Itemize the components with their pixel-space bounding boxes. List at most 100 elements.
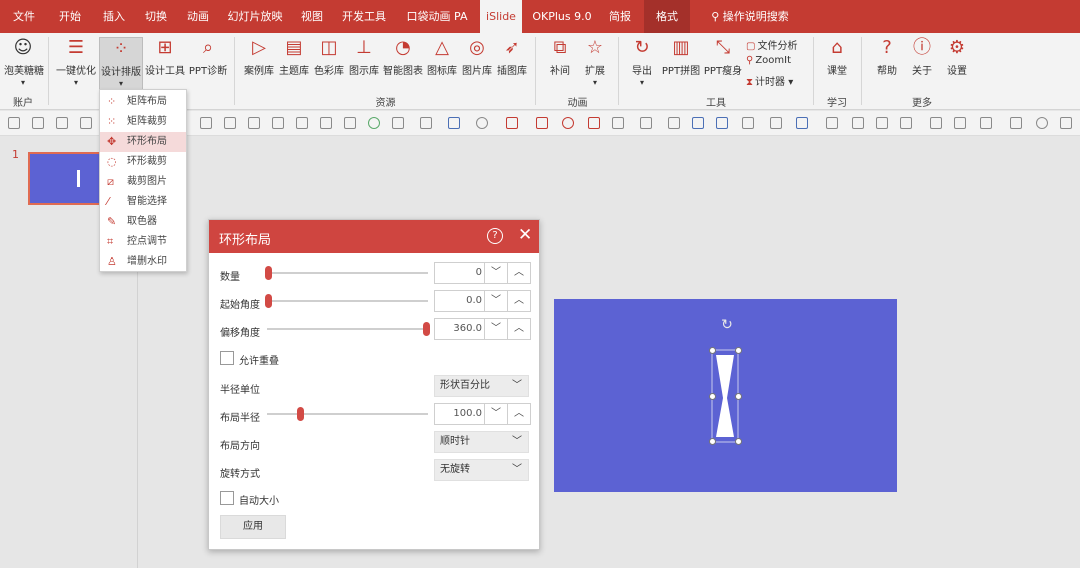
chevron-down-icon[interactable]: ﹀ [484, 319, 507, 339]
crop-icon[interactable] [536, 117, 548, 129]
circle-shape-icon[interactable] [368, 117, 380, 129]
line-color-icon[interactable] [742, 117, 754, 129]
picture-library-button[interactable]: ◎ 图片库 [460, 37, 494, 77]
tab-view[interactable]: 视图 [292, 0, 332, 33]
eyedropper-icon[interactable] [826, 117, 838, 129]
direction-select[interactable]: 顺时针 ﹀ [434, 431, 529, 453]
offset-angle-value[interactable]: 360.0 [435, 319, 482, 339]
brush-icon[interactable] [852, 117, 864, 129]
start-angle-slider-handle[interactable] [265, 294, 272, 308]
text-box-icon[interactable] [392, 117, 404, 129]
resize-handle[interactable] [735, 438, 742, 445]
fill-color-icon[interactable] [716, 117, 728, 129]
grid-icon[interactable] [506, 117, 518, 129]
media-icon[interactable] [1010, 117, 1022, 129]
allow-overlap-checkbox[interactable] [220, 351, 234, 365]
layout-radius-value[interactable]: 100.0 [435, 404, 482, 424]
align-top-icon[interactable] [200, 117, 212, 129]
chevron-up-icon[interactable]: ︿ [507, 263, 530, 283]
design-tools-button[interactable]: ⊞ 设计工具 [144, 37, 186, 77]
same-size-icon[interactable] [320, 117, 332, 129]
tab-brief[interactable]: 简报 [600, 0, 640, 33]
layout-radius-slider-handle[interactable] [296, 407, 304, 421]
tell-me-search[interactable]: ⚲ 操作说明搜索 [700, 0, 800, 33]
ppt-slim-button[interactable]: ⤡ PPT瘦身 [703, 37, 743, 77]
menu-item-smart-select[interactable]: ⁄ 智能选择 [100, 192, 186, 212]
apply-button[interactable]: 应用 [220, 515, 286, 539]
layout-radius-stepper[interactable]: 100.0 ﹀ ︿ [434, 403, 531, 425]
start-angle-slider-track[interactable] [267, 300, 428, 302]
rotation-select[interactable]: 无旋转 ﹀ [434, 459, 529, 481]
tab-file[interactable]: 文件 [6, 0, 42, 33]
resize-handle[interactable] [709, 438, 716, 445]
chevron-up-icon[interactable]: ︿ [507, 319, 530, 339]
align-middle-icon[interactable] [224, 117, 236, 129]
toolbar-more-icon[interactable] [1060, 117, 1072, 129]
auto-size-checkbox[interactable] [220, 491, 234, 505]
sound-icon[interactable] [1036, 117, 1048, 129]
ppt-diagnose-button[interactable]: ⌕ PPT诊断 [187, 37, 229, 77]
smart-chart-button[interactable]: ◔ 智能图表 [382, 37, 424, 77]
offset-angle-slider-track[interactable] [267, 328, 428, 330]
menu-item-crop-picture[interactable]: ⧄ 裁剪图片 [100, 172, 186, 192]
chevron-down-icon[interactable]: ﹀ [484, 291, 507, 311]
tab-developer[interactable]: 开发工具 [336, 0, 392, 33]
case-library-button[interactable]: ▷ 案例库 [242, 37, 276, 77]
illustration-library-button[interactable]: ➶ 插图库 [495, 37, 529, 77]
align-right-icon[interactable] [56, 117, 68, 129]
diagram-library-button[interactable]: ⊥ 图示库 [347, 37, 381, 77]
theme-library-button[interactable]: ▤ 主题库 [277, 37, 311, 77]
help-icon[interactable]: ? [487, 228, 503, 244]
tab-animations[interactable]: 动画 [178, 0, 218, 33]
count-slider-track[interactable] [267, 272, 428, 274]
shape-outline-icon[interactable] [476, 117, 488, 129]
offset-angle-slider-handle[interactable] [423, 322, 430, 336]
text-style-icon[interactable] [420, 117, 432, 129]
format-painter-icon[interactable] [900, 117, 912, 129]
tab-insert[interactable]: 插入 [94, 0, 134, 33]
classroom-button[interactable]: ⌂ 课堂 [820, 37, 854, 77]
menu-item-ring-crop[interactable]: ◌ 环形裁剪 [100, 152, 186, 172]
chevron-up-icon[interactable]: ︿ [507, 404, 530, 424]
menu-item-color-picker[interactable]: ✎ 取色器 [100, 212, 186, 232]
tween-button[interactable]: ⧉ 补间 [543, 37, 577, 77]
ring-icon[interactable] [562, 117, 574, 129]
design-layout-button[interactable]: ⁘ 设计排版 ▾ [99, 37, 143, 93]
tab-transitions[interactable]: 切换 [136, 0, 176, 33]
tab-home[interactable]: 开始 [50, 0, 90, 33]
settings-button[interactable]: ⚙ 设置 [940, 37, 974, 77]
effect-icon[interactable] [770, 117, 782, 129]
frame-icon[interactable] [954, 117, 966, 129]
crop-tool-icon[interactable] [930, 117, 942, 129]
layout-radius-slider-track[interactable] [267, 413, 428, 415]
gradient-icon[interactable] [796, 117, 808, 129]
same-height-icon[interactable] [296, 117, 308, 129]
slide-canvas[interactable]: ↻ [554, 299, 897, 492]
resize-handle[interactable] [709, 347, 716, 354]
resize-handle[interactable] [735, 347, 742, 354]
chevron-down-icon[interactable]: ﹀ [484, 263, 507, 283]
export-button[interactable]: ↻ 导出 ▾ [625, 37, 659, 88]
count-slider-handle[interactable] [265, 266, 272, 280]
offset-angle-stepper[interactable]: 360.0 ﹀ ︿ [434, 318, 531, 340]
ppt-collage-button[interactable]: ▥ PPT拼图 [660, 37, 702, 77]
align-center-icon[interactable] [32, 117, 44, 129]
count-value[interactable]: 0 [435, 263, 482, 283]
chevron-down-icon[interactable]: ﹀ [484, 404, 507, 424]
align-left-icon[interactable] [8, 117, 20, 129]
menu-item-matrix-crop[interactable]: ⁙ 矩阵裁剪 [100, 112, 186, 132]
tab-okplus[interactable]: OKPlus 9.0 [528, 0, 596, 33]
distribute-icon[interactable] [80, 117, 92, 129]
menu-item-matrix-layout[interactable]: ⁘ 矩阵布局 [100, 92, 186, 112]
tab-slideshow[interactable]: 幻灯片放映 [222, 0, 288, 33]
align-bottom-icon[interactable] [248, 117, 260, 129]
extend-button[interactable]: ☆ 扩展 ▾ [578, 37, 612, 88]
menu-item-ring-layout[interactable]: ✥ 环形布局 [100, 132, 186, 152]
start-angle-stepper[interactable]: 0.0 ﹀ ︿ [434, 290, 531, 312]
layer-icon[interactable] [640, 117, 652, 129]
file-analysis-button[interactable]: ▢ 文件分析 [746, 37, 797, 52]
table-icon[interactable] [980, 117, 992, 129]
swap-icon[interactable] [344, 117, 356, 129]
selected-shape[interactable]: ↻ [554, 299, 897, 492]
tab-pocket-animation[interactable]: 口袋动画 PA [398, 0, 476, 33]
